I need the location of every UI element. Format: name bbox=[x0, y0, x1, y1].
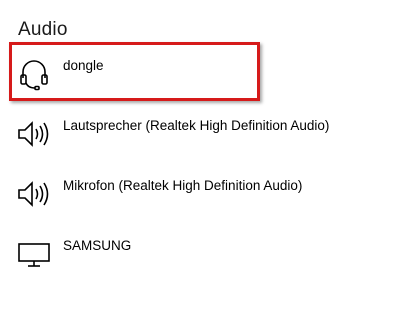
device-samsung[interactable]: SAMSUNG bbox=[16, 236, 396, 276]
device-label: Lautsprecher (Realtek High Definition Au… bbox=[63, 118, 330, 133]
device-label: Mikrofon (Realtek High Definition Audio) bbox=[63, 178, 303, 193]
highlight-box bbox=[9, 42, 260, 101]
device-label: SAMSUNG bbox=[63, 238, 132, 253]
section-title: Audio bbox=[18, 19, 68, 40]
device-lautsprecher[interactable]: Lautsprecher (Realtek High Definition Au… bbox=[16, 116, 396, 156]
speaker-icon bbox=[16, 116, 52, 152]
speaker-icon bbox=[16, 176, 52, 212]
device-mikrofon[interactable]: Mikrofon (Realtek High Definition Audio) bbox=[16, 176, 396, 216]
monitor-icon bbox=[16, 236, 52, 272]
